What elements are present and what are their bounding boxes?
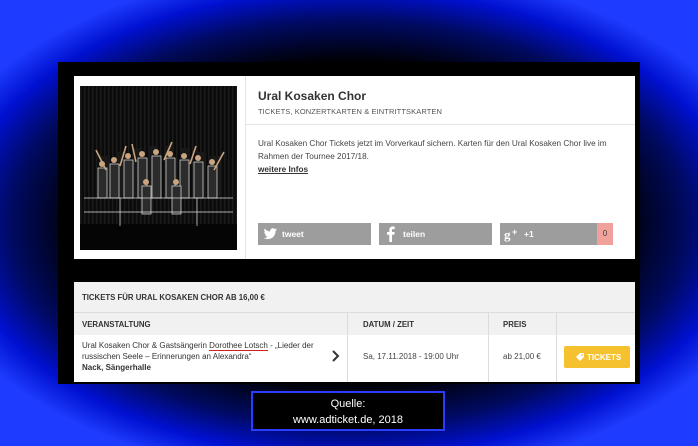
column-separator — [347, 312, 348, 382]
google-plus-icon: g + — [504, 227, 517, 242]
tickets-panel: TICKETS FÜR URAL KOSAKEN CHOR AB 16,00 €… — [74, 282, 635, 382]
tickets-button-label: TICKETS — [587, 353, 622, 362]
column-header-veranstaltung: VERANSTALTUNG — [82, 320, 151, 329]
column-separator — [556, 312, 557, 382]
tweet-button[interactable]: tweet — [258, 223, 371, 245]
event-title-prefix: Ural Kosaken Chor & Gastsängerin — [82, 341, 210, 350]
event-venue: Nack, Sängerhalle — [82, 363, 151, 372]
artist-title: Ural Kosaken Chor — [258, 89, 367, 103]
choir-photo — [80, 86, 237, 250]
tickets-table-header: VERANSTALTUNG DATUM / ZEIT PREIS — [74, 312, 635, 335]
google-plus-button[interactable]: g + +1 0 — [500, 223, 613, 245]
source-url: www.adticket.de, 2018 — [292, 414, 404, 426]
twitter-bird-icon — [263, 228, 277, 240]
ticket-tag-icon — [576, 353, 584, 361]
column-header-datum: DATUM / ZEIT — [363, 320, 414, 329]
event-guest-artist: Dorothee Lotsch — [209, 341, 268, 351]
more-info-link[interactable]: weitere Infos — [258, 165, 308, 174]
svg-text:g: g — [504, 227, 511, 242]
event-price: ab 21,00 € — [503, 352, 541, 361]
artist-subtitle: TICKETS, KONZERTKARTEN & EINTRITTSKARTEN — [258, 107, 443, 116]
plus-one-label: +1 — [524, 229, 534, 239]
artist-card: Ural Kosaken Chor TICKETS, KONZERTKARTEN… — [74, 76, 635, 259]
tweet-label: tweet — [282, 229, 304, 239]
tickets-button[interactable]: TICKETS — [564, 346, 630, 368]
tickets-heading: TICKETS FÜR URAL KOSAKEN CHOR AB 16,00 € — [82, 293, 265, 302]
svg-text:+: + — [512, 227, 517, 237]
chevron-right-icon[interactable] — [330, 349, 340, 363]
facebook-share-button[interactable]: teilen — [379, 223, 492, 245]
teilen-label: teilen — [403, 229, 426, 239]
column-header-preis: PREIS — [503, 320, 527, 329]
event-description: Ural Kosaken Chor & Gastsängerin Dorothe… — [82, 340, 322, 373]
plus-one-count: 0 — [597, 223, 613, 245]
column-separator — [488, 312, 489, 382]
source-caption: Quelle: www.adticket.de, 2018 — [251, 391, 445, 431]
artist-description: Ural Kosaken Chor Tickets jetzt im Vorve… — [258, 139, 607, 161]
source-label: Quelle: — [330, 398, 366, 410]
table-row[interactable]: Ural Kosaken Chor & Gastsängerin Dorothe… — [74, 335, 635, 382]
card-divider-horizontal — [246, 124, 635, 125]
facebook-icon — [387, 226, 395, 242]
card-divider-vertical — [245, 76, 246, 259]
event-date: Sa, 17.11.2018 - 19:00 Uhr — [363, 352, 459, 361]
